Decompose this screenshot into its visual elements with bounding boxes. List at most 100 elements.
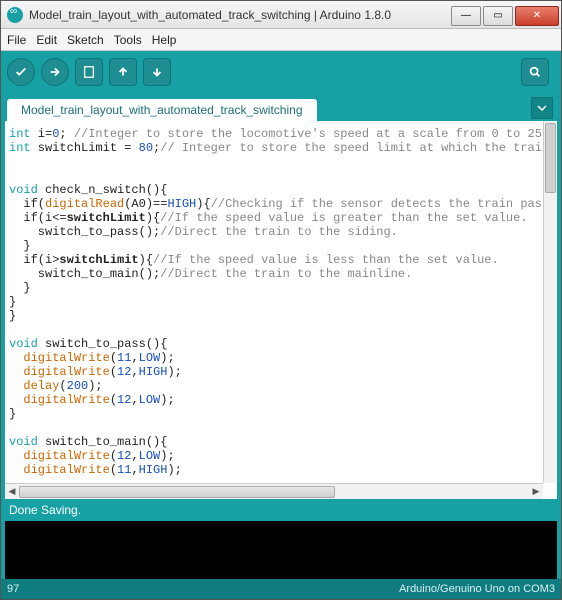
code-token: );: [160, 393, 174, 407]
code-token: 12: [117, 449, 131, 463]
titlebar[interactable]: Model_train_layout_with_automated_track_…: [1, 1, 561, 29]
code-token: 80: [139, 141, 153, 155]
code-token: );: [167, 365, 181, 379]
menu-help[interactable]: Help: [152, 33, 177, 47]
code-token: 200: [67, 379, 89, 393]
code-token: switchLimit: [67, 211, 146, 225]
code-token: i=: [31, 127, 53, 141]
code-token: switchLimit: [59, 253, 138, 267]
window-controls: — ▭ ✕: [451, 4, 561, 26]
code-token: int: [9, 141, 31, 155]
verify-button[interactable]: [7, 58, 35, 86]
code-token: (: [110, 351, 117, 365]
code-comment: //Checking if the sensor detects the tra…: [211, 197, 543, 211]
board-port-info: Arduino/Genuino Uno on COM3: [399, 583, 555, 595]
arduino-logo-icon: [7, 7, 23, 23]
close-button[interactable]: ✕: [515, 6, 559, 26]
code-token: [9, 393, 23, 407]
code-token: );: [160, 449, 174, 463]
footer-bar: 97 Arduino/Genuino Uno on COM3: [1, 579, 561, 599]
code-token: ){: [139, 253, 153, 267]
code-token: void: [9, 435, 38, 449]
code-token: (A0)==: [124, 197, 167, 211]
code-token: HIGH: [167, 197, 196, 211]
code-token: HIGH: [139, 365, 168, 379]
code-token: LOW: [139, 393, 161, 407]
editor-area: int i=0; //Integer to store the locomoti…: [1, 121, 561, 499]
code-comment: //If the speed value is less than the se…: [153, 253, 499, 267]
tab-menu-button[interactable]: [531, 97, 553, 119]
code-token: ,: [131, 449, 138, 463]
code-token: [9, 365, 23, 379]
horizontal-scroll-track[interactable]: [19, 485, 529, 499]
save-sketch-button[interactable]: [143, 58, 171, 86]
code-token: ;: [59, 127, 73, 141]
maximize-button[interactable]: ▭: [483, 6, 513, 26]
code-token: (: [110, 449, 117, 463]
menu-file[interactable]: File: [7, 33, 26, 47]
code-token: ,: [131, 351, 138, 365]
code-token: [9, 463, 23, 477]
line-number: 97: [7, 583, 19, 595]
code-token: ){: [146, 211, 160, 225]
minimize-button[interactable]: —: [451, 6, 481, 26]
code-token: void: [9, 337, 38, 351]
new-sketch-button[interactable]: [75, 58, 103, 86]
code-comment: //Direct the train to the siding.: [160, 225, 398, 239]
code-token: check_n_switch(){: [38, 183, 168, 197]
code-token: ,: [131, 463, 138, 477]
menu-sketch[interactable]: Sketch: [67, 33, 104, 47]
code-token: void: [9, 183, 38, 197]
code-token: switch_to_main(){: [38, 435, 168, 449]
code-token: );: [167, 463, 181, 477]
scroll-left-arrow-icon[interactable]: ◀: [5, 485, 19, 499]
code-token: LOW: [139, 449, 161, 463]
code-token: (: [110, 393, 117, 407]
code-token: digitalWrite: [23, 463, 109, 477]
code-token: switch_to_main();: [9, 267, 160, 281]
menu-tools[interactable]: Tools: [114, 33, 142, 47]
code-token: (: [110, 463, 117, 477]
code-token: if(: [9, 197, 45, 211]
vertical-scroll-thumb[interactable]: [545, 123, 556, 193]
code-token: [9, 449, 23, 463]
code-token: }: [9, 309, 16, 323]
horizontal-scrollbar[interactable]: ◀ ▶: [5, 483, 543, 499]
status-bar: Done Saving.: [1, 499, 561, 521]
app-window: Model_train_layout_with_automated_track_…: [0, 0, 562, 600]
vertical-scrollbar[interactable]: [543, 121, 557, 483]
code-token: HIGH: [139, 463, 168, 477]
code-token: ){: [196, 197, 210, 211]
code-token: }: [9, 295, 16, 309]
code-token: );: [160, 351, 174, 365]
code-token: if(i>: [9, 253, 59, 267]
toolbar: [1, 51, 561, 93]
code-token: digitalRead: [45, 197, 124, 211]
code-token: 12: [117, 393, 131, 407]
open-sketch-button[interactable]: [109, 58, 137, 86]
console-output[interactable]: [1, 521, 561, 579]
code-token: digitalWrite: [23, 365, 109, 379]
code-token: );: [88, 379, 102, 393]
menu-edit[interactable]: Edit: [36, 33, 57, 47]
code-comment: // Integer to store the speed limit at w…: [160, 141, 543, 155]
code-token: if(i<=: [9, 211, 67, 225]
serial-monitor-button[interactable]: [521, 58, 549, 86]
code-token: [9, 379, 23, 393]
code-token: switch_to_pass(){: [38, 337, 168, 351]
upload-button[interactable]: [41, 58, 69, 86]
code-token: 11: [117, 351, 131, 365]
code-comment: //Integer to store the locomotive's spee…: [74, 127, 543, 141]
code-editor[interactable]: int i=0; //Integer to store the locomoti…: [5, 121, 543, 483]
window-title: Model_train_layout_with_automated_track_…: [29, 8, 451, 22]
code-token: switch_to_pass();: [9, 225, 160, 239]
code-token: ,: [131, 393, 138, 407]
sketch-tab[interactable]: Model_train_layout_with_automated_track_…: [7, 99, 317, 121]
scroll-right-arrow-icon[interactable]: ▶: [529, 485, 543, 499]
code-token: }: [9, 281, 31, 295]
code-token: int: [9, 127, 31, 141]
code-token: (: [59, 379, 66, 393]
tab-bar: Model_train_layout_with_automated_track_…: [1, 93, 561, 121]
horizontal-scroll-thumb[interactable]: [19, 486, 335, 498]
menu-bar: File Edit Sketch Tools Help: [1, 29, 561, 51]
